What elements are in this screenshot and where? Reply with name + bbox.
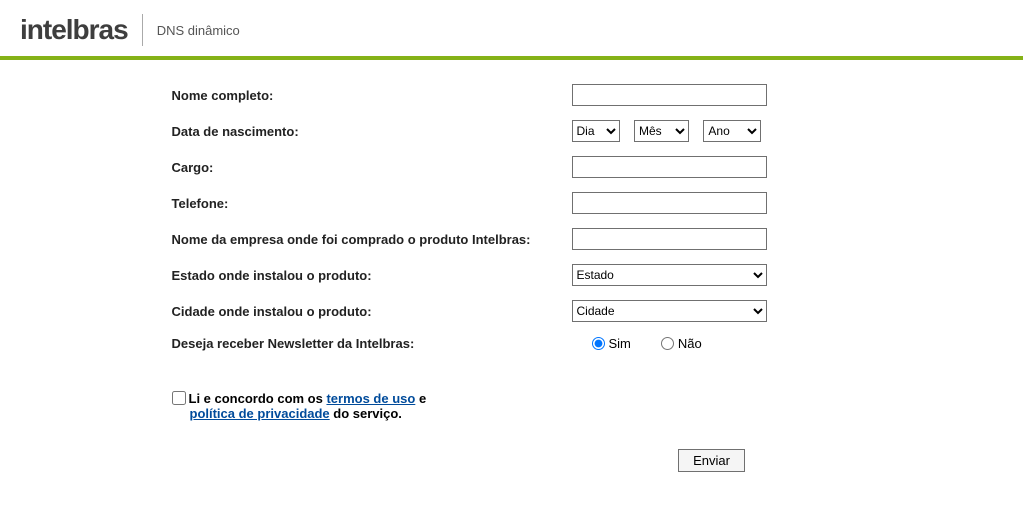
mes-select[interactable]: Mês <box>634 120 689 142</box>
telefone-label: Telefone: <box>172 196 572 211</box>
logo: intelbras <box>20 14 128 46</box>
telefone-input[interactable] <box>572 192 767 214</box>
header-divider <box>142 14 143 46</box>
terms-link[interactable]: termos de uso <box>326 391 415 406</box>
nascimento-label: Data de nascimento: <box>172 124 572 139</box>
empresa-label: Nome da empresa onde foi comprado o prod… <box>172 232 572 247</box>
row-estado: Estado onde instalou o produto: Estado <box>172 264 852 286</box>
terms-suffix: do serviço. <box>330 406 402 421</box>
cargo-label: Cargo: <box>172 160 572 175</box>
page-subtitle: DNS dinâmico <box>157 23 240 38</box>
row-nascimento: Data de nascimento: Dia Mês Ano <box>172 120 852 142</box>
cidade-label: Cidade onde instalou o produto: <box>172 304 572 319</box>
submit-button[interactable]: Enviar <box>678 449 745 472</box>
row-cidade: Cidade onde instalou o produto: Cidade <box>172 300 852 322</box>
submit-row: Enviar <box>172 449 852 472</box>
newsletter-sim-text: Sim <box>609 336 631 351</box>
newsletter-label: Deseja receber Newsletter da Intelbras: <box>172 336 572 351</box>
page-header: intelbras DNS dinâmico <box>0 0 1023 60</box>
row-cargo: Cargo: <box>172 156 852 178</box>
newsletter-nao-text: Não <box>678 336 702 351</box>
main-content: Nome completo: Data de nascimento: Dia M… <box>0 60 1023 496</box>
terms-prefix: Li e concordo com os <box>189 391 327 406</box>
row-newsletter: Deseja receber Newsletter da Intelbras: … <box>172 336 852 351</box>
newsletter-radio-group: Sim Não <box>572 336 852 351</box>
estado-label: Estado onde instalou o produto: <box>172 268 572 283</box>
registration-form: Nome completo: Data de nascimento: Dia M… <box>172 84 852 472</box>
nome-input[interactable] <box>572 84 767 106</box>
terms-and: e <box>415 391 426 406</box>
logo-text: intelbras <box>20 14 128 46</box>
cargo-input[interactable] <box>572 156 767 178</box>
nome-label: Nome completo: <box>172 88 572 103</box>
privacy-link[interactable]: política de privacidade <box>190 406 330 421</box>
newsletter-nao-radio[interactable] <box>661 337 674 350</box>
terms-checkbox[interactable] <box>172 391 186 405</box>
ano-select[interactable]: Ano <box>703 120 761 142</box>
newsletter-nao-label[interactable]: Não <box>661 336 702 351</box>
newsletter-sim-label[interactable]: Sim <box>592 336 631 351</box>
terms-row: Li e concordo com os termos de uso e pol… <box>172 391 852 421</box>
empresa-input[interactable] <box>572 228 767 250</box>
row-nome: Nome completo: <box>172 84 852 106</box>
cidade-select[interactable]: Cidade <box>572 300 767 322</box>
newsletter-sim-radio[interactable] <box>592 337 605 350</box>
estado-select[interactable]: Estado <box>572 264 767 286</box>
dia-select[interactable]: Dia <box>572 120 620 142</box>
row-telefone: Telefone: <box>172 192 852 214</box>
row-empresa: Nome da empresa onde foi comprado o prod… <box>172 228 852 250</box>
